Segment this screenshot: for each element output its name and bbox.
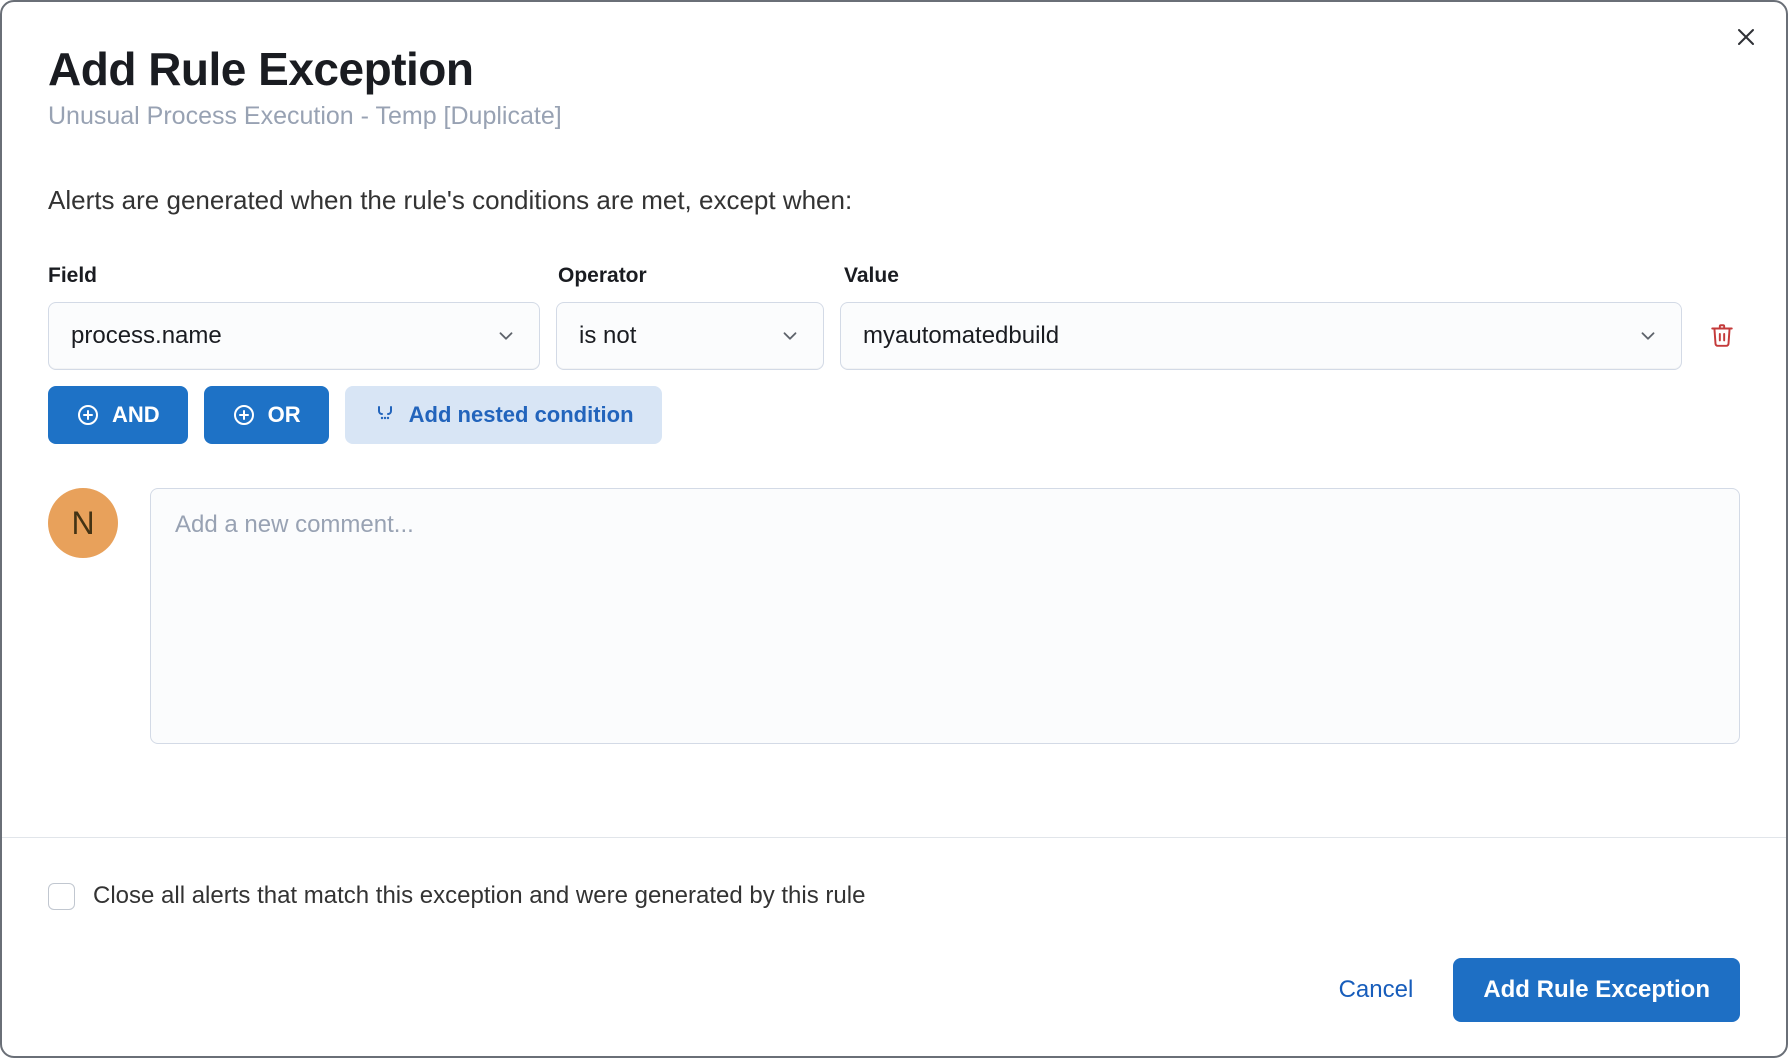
close-button[interactable]	[1728, 20, 1764, 56]
add-rule-exception-modal: Add Rule Exception Unusual Process Execu…	[0, 0, 1788, 1058]
field-value: process.name	[71, 322, 222, 350]
condition-row: Field Operator Value process.name is not	[48, 264, 1740, 370]
plus-circle-icon	[76, 403, 100, 427]
submit-button[interactable]: Add Rule Exception	[1453, 958, 1740, 1022]
comment-section: N	[48, 488, 1740, 744]
or-button[interactable]: OR	[204, 386, 329, 444]
trash-icon	[1709, 322, 1735, 351]
field-combobox[interactable]: process.name	[48, 302, 540, 370]
nested-icon	[373, 403, 397, 427]
plus-circle-icon	[232, 403, 256, 427]
avatar: N	[48, 488, 118, 558]
operator-value: is not	[579, 322, 636, 350]
value-label: Value	[844, 264, 1740, 288]
condition-buttons: AND OR Add nested condition	[48, 386, 1740, 444]
close-alerts-checkbox[interactable]	[48, 883, 75, 910]
value-value: myautomatedbuild	[863, 322, 1059, 350]
modal-subtitle: Unusual Process Execution - Temp [Duplic…	[48, 102, 1740, 131]
and-button[interactable]: AND	[48, 386, 188, 444]
modal-title: Add Rule Exception	[48, 42, 1740, 96]
close-icon	[1734, 25, 1758, 52]
operator-label: Operator	[558, 264, 826, 288]
and-label: AND	[112, 402, 160, 428]
operator-combobox[interactable]: is not	[556, 302, 824, 370]
chevron-down-icon	[779, 325, 801, 347]
modal-body: Add Rule Exception Unusual Process Execu…	[2, 2, 1786, 837]
chevron-down-icon	[1637, 325, 1659, 347]
comment-input[interactable]	[150, 488, 1740, 744]
conditions-description: Alerts are generated when the rule's con…	[48, 185, 1740, 216]
delete-condition-button[interactable]	[1704, 318, 1740, 354]
add-nested-condition-button[interactable]: Add nested condition	[345, 386, 662, 444]
cancel-button[interactable]: Cancel	[1327, 966, 1426, 1014]
value-combobox[interactable]: myautomatedbuild	[840, 302, 1682, 370]
or-label: OR	[268, 402, 301, 428]
modal-footer: Close all alerts that match this excepti…	[2, 837, 1786, 1056]
chevron-down-icon	[495, 325, 517, 347]
close-alerts-row: Close all alerts that match this excepti…	[48, 882, 1740, 910]
field-label: Field	[48, 264, 540, 288]
close-alerts-label: Close all alerts that match this excepti…	[93, 882, 865, 910]
nested-label: Add nested condition	[409, 402, 634, 428]
avatar-initial: N	[71, 505, 94, 542]
